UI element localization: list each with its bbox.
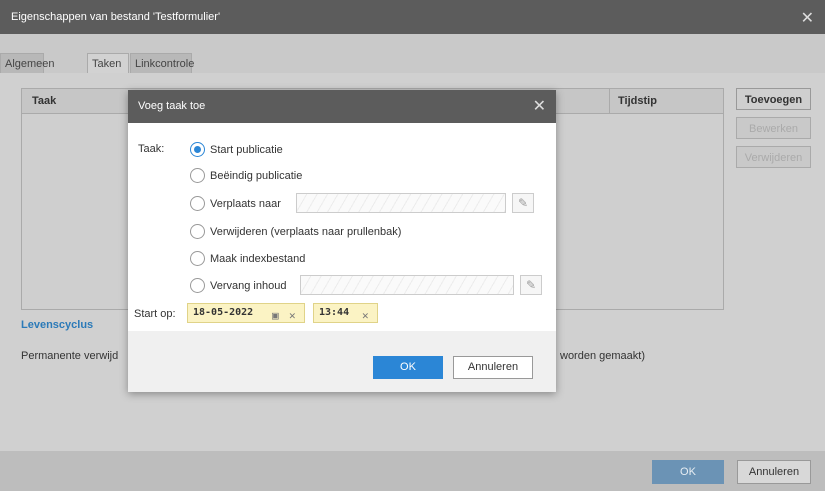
radio-verplaats-naar[interactable] bbox=[190, 196, 205, 211]
option-label: Verwijderen (verplaats naar prullenbak) bbox=[210, 226, 402, 238]
move-target-field[interactable] bbox=[296, 193, 506, 213]
ok-button[interactable]: OK bbox=[652, 460, 724, 484]
date-value: 18-05-2022 bbox=[193, 307, 254, 318]
tab-bar: Algemeen Taken Linkcontrole bbox=[0, 53, 825, 74]
option-label: Vervang inhoud bbox=[210, 280, 287, 292]
radio-vervang-inhoud[interactable] bbox=[190, 278, 205, 293]
delete-button[interactable]: Verwijderen bbox=[736, 146, 811, 168]
dialog-close-icon[interactable]: ✕ bbox=[533, 96, 546, 116]
column-header-tijdstip[interactable]: Tijdstip bbox=[618, 89, 657, 113]
dialog-title: Voeg taak toe bbox=[138, 100, 206, 112]
lifecycle-text-left: Permanente verwijd bbox=[21, 350, 119, 362]
tab-taken[interactable]: Taken bbox=[87, 53, 129, 74]
tab-algemeen[interactable]: Algemeen bbox=[0, 53, 55, 74]
pencil-icon[interactable]: ✎ bbox=[512, 193, 534, 213]
cancel-button[interactable]: Annuleren bbox=[737, 460, 811, 484]
pencil-icon[interactable]: ✎ bbox=[520, 275, 542, 295]
add-task-dialog: Voeg taak toe ✕ Taak: Start publicatie B… bbox=[128, 90, 556, 392]
time-field[interactable]: 13:44 ✕ bbox=[313, 303, 378, 323]
lifecycle-title: Levenscyclus bbox=[21, 319, 94, 331]
column-header-taak[interactable]: Taak bbox=[32, 89, 56, 113]
option-label: Maak indexbestand bbox=[210, 253, 306, 265]
dialog-titlebar: Voeg taak toe ✕ bbox=[128, 90, 556, 123]
window-titlebar: Eigenschappen van bestand 'Testformulier… bbox=[0, 0, 825, 34]
option-label: Start publicatie bbox=[210, 144, 283, 156]
option-label: Verplaats naar bbox=[210, 198, 281, 210]
add-button[interactable]: Toevoegen bbox=[736, 88, 811, 110]
date-field[interactable]: 18-05-2022 ▣ ✕ bbox=[187, 303, 305, 323]
time-value: 13:44 bbox=[319, 307, 350, 318]
radio-start-publicatie[interactable] bbox=[190, 142, 205, 157]
radio-beeindig-publicatie[interactable] bbox=[190, 168, 205, 183]
radio-verwijderen[interactable] bbox=[190, 224, 205, 239]
dialog-body: Taak: Start publicatie Beëindig publicat… bbox=[128, 123, 556, 331]
clear-time-icon[interactable]: ✕ bbox=[362, 307, 369, 325]
start-on-label: Start op: bbox=[134, 308, 176, 320]
dialog-ok-button[interactable]: OK bbox=[373, 356, 443, 379]
replace-content-field[interactable] bbox=[300, 275, 514, 295]
calendar-icon[interactable]: ▣ bbox=[272, 307, 279, 325]
window-close-icon[interactable]: ✕ bbox=[801, 8, 814, 28]
edit-button[interactable]: Bewerken bbox=[736, 117, 811, 139]
dialog-cancel-button[interactable]: Annuleren bbox=[453, 356, 533, 379]
lifecycle-text-right: worden gemaakt) bbox=[560, 350, 645, 362]
clear-date-icon[interactable]: ✕ bbox=[289, 307, 296, 325]
radio-maak-indexbestand[interactable] bbox=[190, 251, 205, 266]
window-title: Eigenschappen van bestand 'Testformulier… bbox=[11, 11, 221, 23]
column-divider bbox=[609, 89, 610, 113]
task-label: Taak: bbox=[138, 143, 165, 155]
tab-linkcontrole[interactable]: Linkcontrole bbox=[130, 53, 194, 74]
option-label: Beëindig publicatie bbox=[210, 170, 303, 182]
